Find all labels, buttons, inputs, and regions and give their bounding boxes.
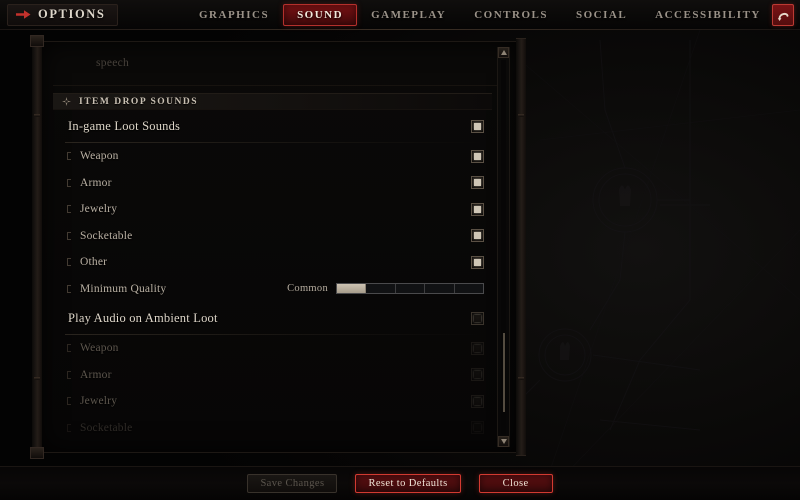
options-screen: OPTIONS GRAPHICS SOUND GAMEPLAY CONTROLS… — [0, 0, 800, 500]
panel-corner-top-left — [30, 35, 44, 47]
save-changes-button[interactable]: Save Changes — [247, 474, 338, 493]
checkbox-ambient-socketable[interactable] — [471, 421, 484, 435]
row-play-audio-on-ambient-loot[interactable]: Play Audio on Ambient Loot — [55, 302, 490, 335]
diamond-ornament-icon — [62, 97, 71, 106]
row-label: Play Audio on Ambient Loot — [68, 311, 218, 325]
row-label: Armor — [80, 368, 112, 381]
row-in-game-loot-sounds[interactable]: In-game Loot Sounds — [55, 110, 490, 143]
group-in-game-loot-sounds: In-game Loot Sounds Weapon Armor Jewelry… — [53, 110, 492, 302]
row-weapon[interactable]: Weapon — [55, 143, 490, 170]
slider-segment[interactable] — [395, 284, 426, 294]
checkbox-in-game-loot-sounds[interactable] — [471, 120, 484, 133]
tab-gameplay[interactable]: GAMEPLAY — [357, 4, 460, 26]
scrollbar-thumb[interactable] — [503, 333, 505, 412]
checkbox-socketable[interactable] — [471, 229, 484, 243]
settings-scroll-viewport: ITEM DROP SOUNDS In-game Loot Sounds Wea… — [53, 87, 492, 445]
row-ambient-jewelry[interactable]: Jewelry — [55, 388, 490, 415]
row-ambient-armor[interactable]: Armor — [55, 362, 490, 389]
options-title: OPTIONS — [38, 7, 106, 21]
checkbox-jewelry[interactable] — [471, 202, 484, 216]
row-other[interactable]: Other — [55, 249, 490, 276]
settings-tabs: GRAPHICS SOUND GAMEPLAY CONTROLS SOCIAL … — [185, 0, 775, 30]
slider-segment[interactable] — [366, 284, 396, 294]
right-arrow-icon — [16, 10, 31, 19]
row-tick-icon — [67, 178, 71, 187]
slider-segment[interactable] — [454, 284, 484, 294]
row-label: In-game Loot Sounds — [68, 119, 181, 133]
vertical-scrollbar[interactable] — [497, 47, 510, 447]
row-label: Armor — [80, 176, 112, 189]
scroll-down-button[interactable] — [498, 436, 509, 447]
slider-segment[interactable] — [425, 284, 455, 294]
row-tick-icon — [67, 205, 71, 214]
tab-graphics[interactable]: GRAPHICS — [185, 4, 283, 26]
footer-action-bar: Save Changes Reset to Defaults Close — [0, 466, 800, 500]
section-header-item-drop-sounds: ITEM DROP SOUNDS — [53, 93, 492, 110]
tab-accessibility[interactable]: ACCESSIBILITY — [641, 4, 775, 26]
row-tick-icon — [67, 370, 71, 379]
section-title: ITEM DROP SOUNDS — [79, 96, 199, 107]
row-label: Weapon — [80, 342, 119, 355]
minimum-quality-control[interactable]: Common — [287, 283, 484, 295]
back-button[interactable] — [772, 4, 794, 26]
tab-social[interactable]: SOCIAL — [562, 4, 641, 26]
checkbox-ambient-armor[interactable] — [471, 368, 484, 382]
panel-corner-bottom-left — [30, 447, 44, 459]
row-ambient-socketable[interactable]: Socketable — [55, 415, 490, 442]
checkbox-armor[interactable] — [471, 176, 484, 190]
scrolled-out-label: speech — [96, 57, 130, 69]
slider-segment[interactable] — [337, 284, 367, 294]
row-tick-icon — [67, 284, 71, 293]
row-tick-icon — [67, 231, 71, 240]
row-tick-icon — [67, 344, 71, 353]
scroll-down-arrow-icon — [500, 439, 507, 444]
row-ambient-weapon[interactable]: Weapon — [55, 335, 490, 362]
scroll-up-button[interactable] — [498, 47, 509, 58]
row-minimum-quality[interactable]: Minimum Quality Common — [55, 276, 490, 303]
row-label: Weapon — [80, 150, 119, 163]
row-label: Socketable — [80, 229, 133, 242]
minimum-quality-slider[interactable] — [336, 283, 484, 295]
minimum-quality-value: Common — [287, 283, 328, 295]
top-navigation-bar: OPTIONS GRAPHICS SOUND GAMEPLAY CONTROLS… — [0, 0, 800, 30]
scroll-up-arrow-icon — [500, 50, 507, 55]
scrolled-out-row: speech — [53, 46, 505, 86]
panel-left-ornament — [32, 38, 42, 456]
reset-to-defaults-button[interactable]: Reset to Defaults — [355, 474, 461, 493]
row-label: Jewelry — [80, 395, 118, 408]
row-label: Other — [80, 256, 108, 269]
back-arrow-icon — [777, 12, 788, 21]
row-armor[interactable]: Armor — [55, 170, 490, 197]
checkbox-play-audio-on-ambient-loot[interactable] — [471, 312, 484, 325]
tab-controls[interactable]: CONTROLS — [460, 4, 562, 26]
row-label: Socketable — [80, 421, 133, 434]
tab-sound[interactable]: SOUND — [283, 4, 358, 26]
row-label: Minimum Quality — [80, 282, 167, 295]
row-tick-icon — [67, 397, 71, 406]
options-title-chip: OPTIONS — [7, 3, 119, 26]
row-jewelry[interactable]: Jewelry — [55, 196, 490, 223]
group-play-audio-on-ambient-loot: Play Audio on Ambient Loot Weapon Armor — [53, 302, 492, 441]
checkbox-weapon[interactable] — [471, 149, 484, 163]
panel-right-ornament — [516, 38, 526, 456]
checkbox-ambient-weapon[interactable] — [471, 341, 484, 355]
scrollbar-track[interactable] — [501, 60, 506, 434]
row-tick-icon — [67, 423, 71, 432]
close-button[interactable]: Close — [478, 474, 553, 493]
row-tick-icon — [67, 258, 71, 267]
row-tick-icon — [67, 152, 71, 161]
checkbox-ambient-jewelry[interactable] — [471, 394, 484, 408]
checkbox-other[interactable] — [471, 255, 484, 269]
row-socketable[interactable]: Socketable — [55, 223, 490, 250]
settings-panel: speech ITEM DROP SOUNDS In-game Loot Sou… — [30, 35, 526, 459]
row-label: Jewelry — [80, 203, 118, 216]
